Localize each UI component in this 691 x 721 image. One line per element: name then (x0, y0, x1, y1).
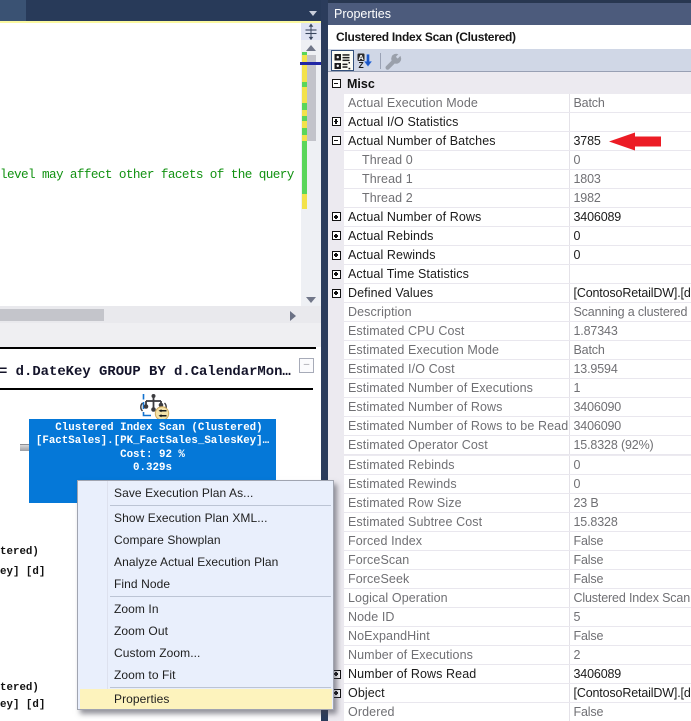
svg-text:Z: Z (359, 60, 364, 69)
